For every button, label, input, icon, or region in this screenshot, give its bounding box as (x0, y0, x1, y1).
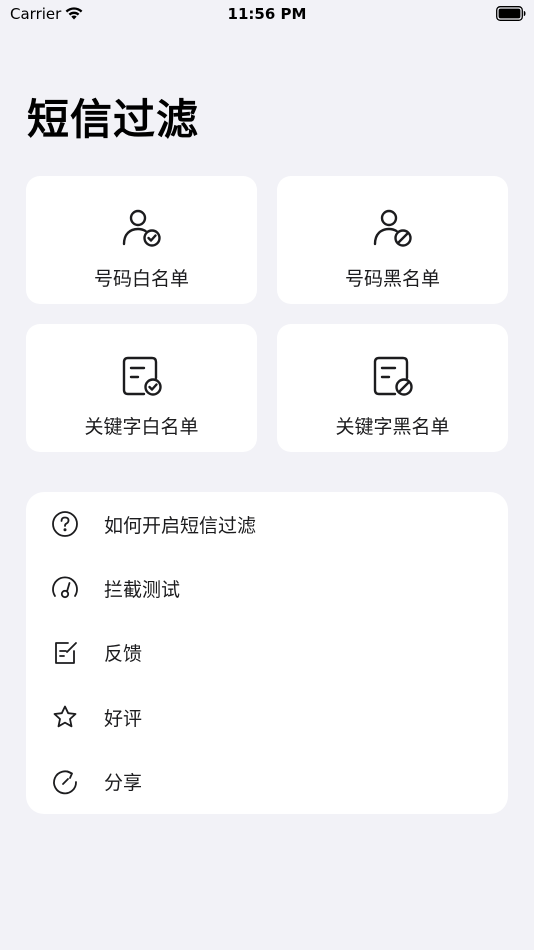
menu-label: 分享 (104, 772, 143, 795)
clock: 11:56 PM (227, 5, 307, 23)
menu-label: 如何开启短信过滤 (104, 514, 257, 537)
card-number-whitelist[interactable]: 号码白名单 (26, 176, 257, 304)
card-label: 关键字黑名单 (335, 416, 450, 438)
question-circle-icon (52, 511, 78, 538)
menu-item-how-to-enable[interactable]: 如何开启短信过滤 (26, 492, 508, 556)
card-keyword-blacklist[interactable]: 关键字黑名单 (277, 324, 508, 452)
menu-item-intercept-test[interactable]: 拦截测试 (26, 556, 508, 620)
page-title: 短信过滤 (27, 95, 200, 144)
edit-note-icon (55, 642, 77, 664)
battery-icon (496, 6, 526, 21)
menu-item-rate[interactable]: 好评 (26, 685, 508, 749)
card-number-blacklist[interactable]: 号码黑名单 (277, 176, 508, 304)
status-bar: Carrier 11:56 PM (0, 0, 534, 30)
document-block-icon (373, 356, 413, 396)
gauge-icon (52, 576, 78, 598)
menu-label: 拦截测试 (104, 579, 181, 602)
star-icon (53, 705, 77, 728)
menu-item-share[interactable]: 分享 (26, 750, 508, 814)
user-block-icon (373, 209, 412, 247)
card-label: 号码白名单 (93, 268, 189, 290)
card-label: 号码黑名单 (344, 268, 440, 290)
menu-label: 反馈 (104, 643, 143, 666)
menu-item-feedback[interactable]: 反馈 (26, 621, 508, 685)
settings-menu: 如何开启短信过滤 拦截测试 反馈 好评 分享 (26, 492, 508, 814)
card-label: 关键字白名单 (84, 416, 199, 438)
card-keyword-whitelist[interactable]: 关键字白名单 (26, 324, 257, 452)
share-refresh-icon (53, 770, 77, 794)
user-check-icon (122, 209, 161, 247)
document-check-icon (122, 356, 162, 396)
menu-label: 好评 (104, 707, 143, 730)
